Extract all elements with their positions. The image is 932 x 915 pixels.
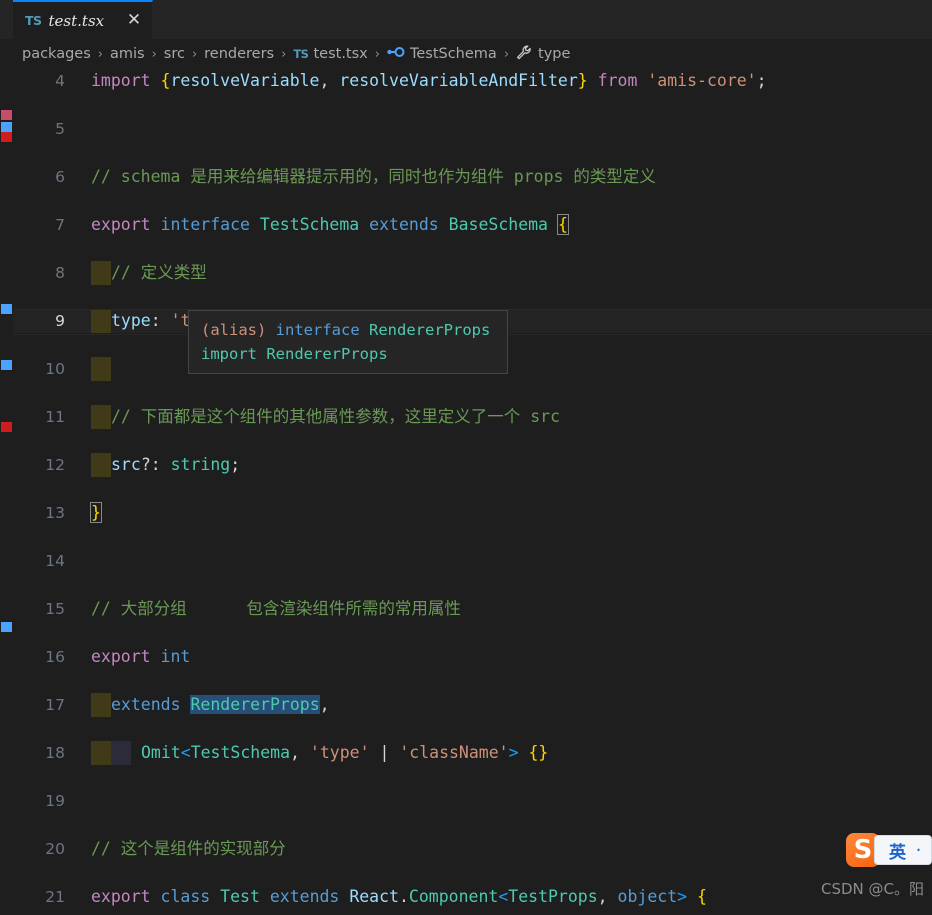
- code-line: 15 // 大部分组 包含渲染组件所需的常用属性: [13, 597, 932, 621]
- line-content[interactable]: import {resolveVariable, resolveVariable…: [91, 69, 767, 93]
- line-number: 20: [45, 840, 65, 858]
- close-icon[interactable]: ✕: [124, 12, 144, 29]
- code-line: 8 // 定义类型: [13, 261, 932, 285]
- hover-tooltip: (alias) interface RendererProps import R…: [188, 310, 508, 374]
- breadcrumb-item-testschema[interactable]: TestSchema: [410, 46, 497, 62]
- line-number: 13: [45, 504, 65, 522]
- code-line: 7 export interface TestSchema extends Ba…: [13, 213, 932, 237]
- indent-highlight: [91, 453, 111, 477]
- indent-highlight: [91, 357, 111, 381]
- code-line: 21 export class Test extends React.Compo…: [13, 885, 932, 909]
- hover-tooltip-line-2: import RendererProps: [201, 342, 495, 366]
- ime-language-mode[interactable]: 英: [889, 838, 906, 863]
- line-content[interactable]: export interface TestSchema extends Base…: [91, 213, 569, 237]
- breadcrumb-separator: ›: [374, 46, 380, 62]
- property-wrench-icon: [516, 45, 533, 64]
- line-content[interactable]: // 大部分组 包含渲染组件所需的常用属性: [91, 597, 461, 621]
- hover-alias-label: (alias): [201, 321, 267, 339]
- editor-tab-bar: TS test.tsx ✕: [0, 0, 932, 39]
- overview-ruler-mark: [1, 110, 12, 120]
- code-line: 19: [13, 789, 932, 813]
- line-content[interactable]: // 这个是组件的实现部分: [91, 837, 286, 861]
- overview-ruler-mark: [1, 360, 12, 370]
- indent-highlight: [91, 405, 111, 429]
- overview-ruler-mark: [1, 132, 12, 142]
- overview-ruler-mark: [1, 622, 12, 632]
- hover-type-name: RendererProps: [369, 321, 491, 339]
- line-number: 15: [45, 600, 65, 618]
- code-line: 12 src?: string;: [13, 453, 932, 477]
- line-content[interactable]: // 定义类型: [111, 261, 207, 285]
- indent-highlight: [91, 693, 111, 717]
- breadcrumb-item-amis[interactable]: amis: [110, 46, 145, 62]
- overview-ruler[interactable]: [0, 70, 13, 915]
- code-line: 20 // 这个是组件的实现部分: [13, 837, 932, 861]
- code-line: 5: [13, 117, 932, 141]
- line-content[interactable]: export int: [91, 645, 190, 669]
- line-number: 18: [45, 744, 65, 762]
- line-content[interactable]: // schema 是用来给编辑器提示用的，同时也作为组件 props 的类型定…: [91, 165, 656, 189]
- line-number: 21: [45, 888, 65, 906]
- code-line: 18 Omit<TestSchema, 'type' | 'className'…: [13, 741, 932, 765]
- code-editor[interactable]: 4 import {resolveVariable, resolveVariab…: [13, 69, 932, 915]
- breadcrumb-item-type[interactable]: type: [538, 46, 570, 62]
- ime-punctuation-mode[interactable]: ·: [914, 841, 923, 859]
- line-number: 17: [45, 696, 65, 714]
- code-line: 14: [13, 549, 932, 573]
- line-number: 9: [55, 312, 65, 330]
- breadcrumb-item-packages[interactable]: packages: [22, 46, 91, 62]
- line-content[interactable]: extends RendererProps,: [111, 693, 330, 717]
- breadcrumb-item-renderers[interactable]: renderers: [204, 46, 274, 62]
- overview-ruler-mark: [1, 304, 12, 314]
- line-number: 4: [55, 72, 65, 90]
- line-content[interactable]: Omit<TestSchema, 'type' | 'className'> {…: [141, 741, 548, 765]
- line-number: 7: [55, 216, 65, 234]
- hover-import-name: RendererProps: [266, 345, 388, 363]
- line-number: 14: [45, 552, 65, 570]
- breadcrumb-separator: ›: [97, 46, 103, 62]
- line-content[interactable]: // 下面都是这个组件的其他属性参数，这里定义了一个 src: [111, 405, 560, 429]
- code-line: 16 export int: [13, 645, 932, 669]
- interface-symbol-icon: [387, 45, 405, 63]
- line-number: 6: [55, 168, 65, 186]
- hover-import-keyword: import: [201, 345, 257, 363]
- indent-highlight: [91, 741, 111, 765]
- ime-status-bar[interactable]: S 英 ·: [845, 833, 932, 867]
- ime-panel[interactable]: 英 ·: [873, 835, 932, 865]
- code-line: 4 import {resolveVariable, resolveVariab…: [13, 69, 932, 93]
- line-number: 12: [45, 456, 65, 474]
- tab-test-tsx[interactable]: TS test.tsx ✕: [13, 0, 153, 39]
- breadcrumb-separator: ›: [151, 46, 157, 62]
- line-number: 8: [55, 264, 65, 282]
- breadcrumb-separator: ›: [281, 46, 287, 62]
- hover-tooltip-line-1: (alias) interface RendererProps: [201, 318, 495, 342]
- overview-ruler-mark: [1, 122, 12, 132]
- breadcrumb: packages › amis › src › renderers › TS t…: [0, 39, 932, 69]
- tab-label: test.tsx: [48, 11, 105, 30]
- overview-ruler-mark: [1, 422, 12, 432]
- indent-highlight: [91, 309, 111, 333]
- code-line: 13 }: [13, 501, 932, 525]
- code-line: 11 // 下面都是这个组件的其他属性参数，这里定义了一个 src: [13, 405, 932, 429]
- typescript-file-icon: TS: [25, 13, 42, 28]
- indent-highlight: [91, 261, 111, 285]
- typescript-file-icon: TS: [293, 47, 309, 61]
- line-number: 10: [45, 360, 65, 378]
- breadcrumb-separator: ›: [191, 46, 198, 62]
- line-number: 11: [45, 408, 65, 426]
- breadcrumb-separator: ›: [503, 46, 510, 62]
- line-number: 5: [55, 120, 65, 138]
- line-number: 16: [45, 648, 65, 666]
- line-content[interactable]: }: [90, 501, 102, 525]
- indent-highlight: [111, 741, 131, 765]
- line-content[interactable]: export class Test extends React.Componen…: [91, 885, 707, 909]
- breadcrumb-item-test-tsx[interactable]: test.tsx: [313, 46, 367, 62]
- line-number: 19: [45, 792, 65, 810]
- breadcrumb-item-src[interactable]: src: [164, 46, 185, 62]
- code-line: 17 extends RendererProps,: [13, 693, 932, 717]
- code-line: 6 // schema 是用来给编辑器提示用的，同时也作为组件 props 的类…: [13, 165, 932, 189]
- watermark: CSDN @C。阳: [820, 880, 924, 898]
- hover-keyword: interface: [275, 321, 360, 339]
- line-content[interactable]: src?: string;: [111, 453, 240, 477]
